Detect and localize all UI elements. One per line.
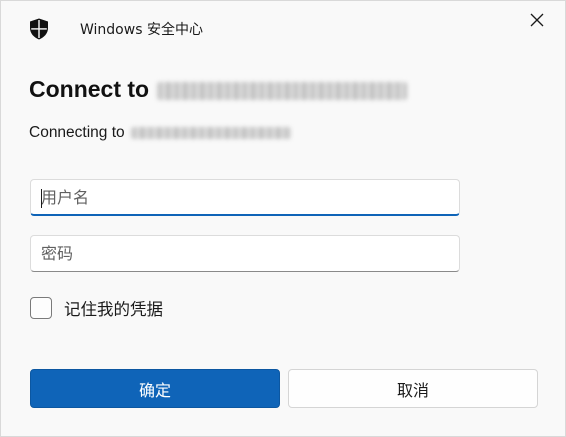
close-icon: [530, 12, 544, 31]
text-caret: [41, 189, 42, 208]
app-title: Windows 安全中心: [80, 22, 203, 38]
password-input[interactable]: [31, 236, 459, 271]
title-bar: Windows 安全中心: [1, 1, 565, 57]
heading-text: Connect to: [29, 76, 150, 102]
dialog-subheading: Connecting to: [29, 122, 291, 144]
redacted-hostname-small: [130, 127, 291, 139]
credential-dialog: Windows 安全中心 Connect to Connecting to 记住…: [0, 0, 566, 437]
subheading-text: Connecting to: [29, 124, 125, 141]
cancel-button[interactable]: 取消: [288, 369, 538, 408]
remember-credentials[interactable]: 记住我的凭据: [30, 296, 163, 320]
shield-icon: [29, 18, 49, 40]
ok-button[interactable]: 确定: [30, 369, 280, 408]
close-button[interactable]: [525, 9, 549, 33]
password-field-container: [30, 235, 460, 272]
username-input[interactable]: [31, 180, 459, 214]
remember-checkbox[interactable]: [30, 297, 52, 319]
dialog-heading: Connect to: [29, 73, 408, 105]
redacted-hostname: [157, 81, 408, 100]
username-field-container: [30, 179, 460, 216]
remember-label: 记住我的凭据: [64, 300, 163, 319]
